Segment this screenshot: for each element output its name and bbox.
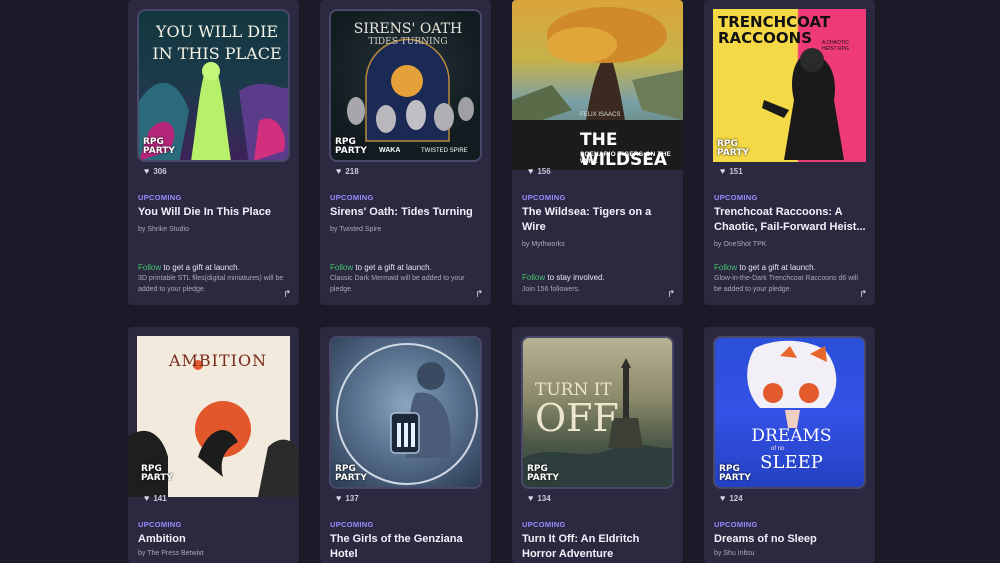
- status-badge: UPCOMING: [522, 520, 566, 529]
- like-count[interactable]: ♥ 151: [720, 166, 743, 176]
- twisted-spire-logo: TWISTED SPIRE: [421, 148, 468, 154]
- heart-icon: ♥: [528, 493, 534, 503]
- reward-description: Glow-in-the-Dark Trenchcoat Raccoons d6 …: [714, 275, 858, 293]
- heart-icon: ♥: [720, 493, 726, 503]
- like-count[interactable]: ♥ 141: [144, 493, 167, 503]
- heart-icon: ♥: [336, 166, 342, 176]
- project-cover[interactable]: FELIX ISAACS THE WILDSEA SCENARIO TIGERS…: [512, 0, 683, 170]
- project-title[interactable]: Turn It Off: An Eldritch Horror Adventur…: [522, 532, 672, 562]
- cover-title-line-2: OFF: [535, 396, 619, 440]
- project-card[interactable]: FELIX ISAACS THE WILDSEA SCENARIO TIGERS…: [512, 0, 683, 305]
- rpg-party-badge: RPG PARTY: [717, 139, 749, 158]
- cover-title: SIRENS' OATH: [353, 21, 463, 37]
- heart-icon: ♥: [144, 493, 150, 503]
- project-card[interactable]: TRENCHCOAT RACCOONS A CHAOTIC HEIST RPG …: [704, 0, 875, 305]
- project-title[interactable]: The Girls of the Genziana Hotel: [330, 532, 480, 562]
- project-card[interactable]: TURN IT OFF RPG PARTY ♥ 134 UPCOMING Turn …: [512, 327, 683, 563]
- follow-link[interactable]: Follow: [330, 263, 353, 272]
- project-cover[interactable]: RPG PARTY: [329, 336, 482, 489]
- like-count[interactable]: ♥ 124: [720, 493, 743, 503]
- share-arrow-icon[interactable]: ↱: [667, 290, 675, 300]
- creator-name[interactable]: by Shrike Studio: [138, 226, 189, 233]
- like-count[interactable]: ♥ 137: [336, 493, 359, 503]
- rpg-party-badge: RPG PARTY: [143, 137, 175, 156]
- status-badge: UPCOMING: [330, 520, 374, 529]
- follow-line: Follow to stay involved.: [522, 273, 605, 282]
- reward-description: 3D printable STL files(digital miniature…: [138, 275, 284, 293]
- follow-line: Follow to get a gift at launch.: [330, 263, 432, 272]
- cover-author: FELIX ISAACS: [580, 112, 621, 118]
- cover-title: YOU WILL DIE IN THIS PLACE: [152, 22, 282, 63]
- project-cover[interactable]: TURN IT OFF RPG PARTY: [521, 336, 674, 489]
- follow-link[interactable]: Follow: [714, 263, 737, 272]
- project-title[interactable]: Ambition: [138, 532, 288, 547]
- project-title[interactable]: Dreams of no Sleep: [714, 532, 864, 547]
- status-badge: UPCOMING: [330, 193, 374, 202]
- share-arrow-icon[interactable]: ↱: [859, 290, 867, 300]
- rpg-party-badge: RPG PARTY: [141, 464, 173, 483]
- creator-name[interactable]: by Twisted Spire: [330, 226, 381, 233]
- cover-title: TRENCHCOAT RACCOONS: [718, 13, 831, 47]
- rpg-party-badge: RPG PARTY: [335, 137, 367, 156]
- project-cover[interactable]: AMBITION RPG PARTY: [128, 327, 299, 497]
- project-card[interactable]: YOU WILL DIE IN THIS PLACE RPG PARTY ♥ 306…: [128, 0, 299, 305]
- follow-line: Follow to get a gift at launch.: [714, 263, 816, 272]
- project-title[interactable]: Trenchcoat Raccoons: A Chaotic, Fail-For…: [714, 205, 866, 235]
- share-arrow-icon[interactable]: ↱: [283, 290, 291, 300]
- creator-name[interactable]: by The Press Betwixt: [138, 550, 204, 557]
- status-badge: UPCOMING: [714, 520, 758, 529]
- project-cover[interactable]: SIRENS' OATH TIDES TURNING WAKA TWISTED …: [329, 9, 482, 162]
- heart-icon: ♥: [144, 166, 150, 176]
- project-title[interactable]: The Wildsea: Tigers on a Wire: [522, 205, 672, 235]
- project-card[interactable]: DREAMS of no SLEEP RPG PARTY ♥ 124 UPCOMIN…: [704, 327, 875, 563]
- rpg-party-badge: RPG PARTY: [719, 464, 751, 483]
- creator-name[interactable]: by OneShot TPK: [714, 241, 766, 248]
- follow-line: Follow to get a gift at launch.: [138, 263, 240, 272]
- follow-link[interactable]: Follow: [522, 273, 545, 282]
- heart-icon: ♥: [528, 166, 534, 176]
- cover-subtitle: TIDES TURNING: [368, 37, 448, 47]
- rpg-party-badge: RPG PARTY: [335, 464, 367, 483]
- follow-link[interactable]: Follow: [138, 263, 161, 272]
- cover-title: AMBITION: [168, 351, 268, 370]
- status-badge: UPCOMING: [522, 193, 566, 202]
- waka-logo: WAKA: [379, 147, 401, 154]
- reward-description: Classic Dark Mermaid will be added to yo…: [330, 275, 465, 293]
- project-title[interactable]: Sirens' Oath: Tides Turning: [330, 205, 480, 220]
- cover-subtitle: A CHAOTIC HEIST RPG: [822, 40, 849, 52]
- cover-subtitle: SCENARIO TIGERS ON THE WIRE: [580, 151, 672, 165]
- follower-count: Join 156 followers.: [522, 286, 580, 293]
- project-cover[interactable]: DREAMS of no SLEEP RPG PARTY: [713, 336, 866, 489]
- project-card[interactable]: AMBITION RPG PARTY ♥ 141 UPCOMING Ambition…: [128, 327, 299, 563]
- like-count[interactable]: ♥ 156: [528, 166, 551, 176]
- rpg-party-badge: RPG PARTY: [527, 464, 559, 483]
- project-card[interactable]: RPG PARTY ♥ 137 UPCOMING The Girls of the …: [320, 327, 491, 563]
- creator-name[interactable]: by Shu Inltsu: [714, 550, 754, 557]
- heart-icon: ♥: [720, 166, 726, 176]
- share-arrow-icon[interactable]: ↱: [475, 290, 483, 300]
- status-badge: UPCOMING: [714, 193, 758, 202]
- status-badge: UPCOMING: [138, 193, 182, 202]
- like-count[interactable]: ♥ 134: [528, 493, 551, 503]
- project-grid: YOU WILL DIE IN THIS PLACE RPG PARTY ♥ 306…: [0, 0, 1000, 563]
- project-card[interactable]: SIRENS' OATH TIDES TURNING WAKA TWISTED …: [320, 0, 491, 305]
- status-badge: UPCOMING: [138, 520, 182, 529]
- heart-icon: ♥: [336, 493, 342, 503]
- creator-name[interactable]: by Mythworks: [522, 241, 565, 248]
- project-cover[interactable]: TRENCHCOAT RACCOONS A CHAOTIC HEIST RPG …: [704, 0, 875, 170]
- project-title[interactable]: You Will Die In This Place: [138, 205, 288, 220]
- like-count[interactable]: ♥ 218: [336, 166, 359, 176]
- project-cover[interactable]: YOU WILL DIE IN THIS PLACE RPG PARTY: [137, 9, 290, 162]
- like-count[interactable]: ♥ 306: [144, 166, 167, 176]
- cover-title-line-1: DREAMS: [751, 426, 832, 446]
